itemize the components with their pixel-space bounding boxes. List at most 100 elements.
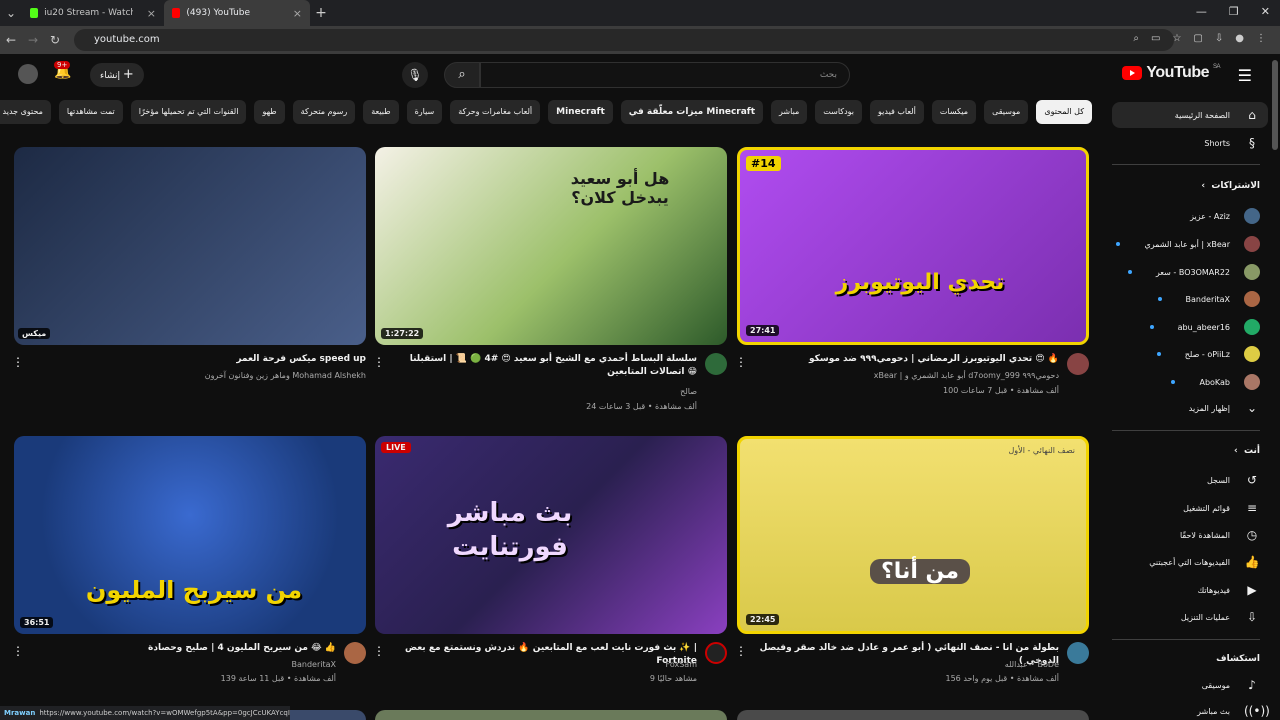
- notifications-bell-icon[interactable]: 🔔 9+: [54, 61, 71, 80]
- sidebar-item-your-videos[interactable]: فيديوهاتك ▶: [1198, 583, 1260, 597]
- more-actions-icon[interactable]: ⋮: [373, 355, 385, 369]
- bookmark-star-icon[interactable]: ☆: [1172, 33, 1181, 44]
- video-thumbnail[interactable]: #14 تحدي اليوتيوبرز 27:41: [737, 147, 1089, 345]
- close-tab-icon[interactable]: ×: [293, 7, 302, 20]
- youtube-play-icon: [1122, 66, 1143, 80]
- cast-icon[interactable]: ▭: [1151, 33, 1160, 44]
- you-header[interactable]: ‹ أنت: [1234, 446, 1260, 456]
- account-avatar[interactable]: [18, 64, 38, 84]
- sidebar-item-history[interactable]: السجل ↺: [1207, 473, 1260, 487]
- video-thumbnail[interactable]: ميكس: [14, 147, 366, 345]
- more-actions-icon[interactable]: ⋮: [735, 355, 747, 369]
- explore-header: استكشاف: [1216, 654, 1260, 664]
- browser-tab-kick[interactable]: iu20 Stream - Watch Live on Ki ×: [22, 0, 164, 26]
- video-title[interactable]: من سيربح المليون 4 | صليح وحصادة 😂 👍: [36, 642, 336, 655]
- video-thumbnail[interactable]: LIVE بث مباشر فورتنايت: [375, 436, 727, 634]
- next-row-thumbnail[interactable]: [737, 710, 1089, 720]
- create-button[interactable]: إنشاء +: [90, 63, 144, 87]
- sidebar-sub-item[interactable]: عزيز - Aziz: [1190, 208, 1260, 224]
- chip-podcasts[interactable]: بودكاست: [815, 100, 863, 124]
- close-window-icon[interactable]: ✕: [1261, 5, 1270, 18]
- new-content-dot: [1157, 297, 1162, 301]
- search-input[interactable]: بحث: [480, 62, 850, 88]
- chip-new-to-you[interactable]: محتوى جديد لك: [0, 100, 51, 124]
- chip-all[interactable]: كل المحتوى: [1036, 100, 1092, 124]
- sidebar-sub-item[interactable]: سعر - BO3OMAR22: [1127, 264, 1260, 280]
- sidebar-item-liked[interactable]: الفيديوهات التي أعجبتني 👍: [1149, 555, 1260, 569]
- notification-badge: 9+: [54, 61, 71, 69]
- sidebar-item-downloads[interactable]: عمليات التنزيل ⇩: [1181, 610, 1260, 624]
- new-tab-icon[interactable]: +: [310, 5, 332, 21]
- tab-search-icon[interactable]: ⌄: [0, 6, 22, 20]
- sidebar-item-music[interactable]: موسيقى ♪: [1202, 678, 1260, 692]
- sidebar-sub-item[interactable]: AboKab: [1171, 374, 1260, 390]
- maximize-icon[interactable]: ❐: [1229, 5, 1239, 18]
- guide-menu-icon[interactable]: ☰: [1238, 66, 1252, 85]
- sidebar-item-watch-later[interactable]: المشاهدة لاحقًا ◷: [1180, 528, 1260, 542]
- chip-animation[interactable]: رسوم متحركة: [292, 100, 356, 124]
- video-title[interactable]: تحدي اليوتيوبرز الرمضاني | دحومي٩٩٩ ضد م…: [759, 353, 1059, 366]
- sidebar-sub-item[interactable]: أبو عابد الشمري | xBear: [1116, 236, 1260, 252]
- chip-music[interactable]: موسيقى: [984, 100, 1029, 124]
- more-actions-icon[interactable]: ⋮: [12, 355, 24, 369]
- chip-nature[interactable]: طبيعة: [363, 100, 399, 124]
- chip-recently-uploaded[interactable]: القنوات التي تم تحميلها مؤخرًا: [130, 100, 247, 124]
- search-button[interactable]: ⌕: [444, 62, 480, 88]
- video-thumbnail[interactable]: من سيربح المليون 36:51: [14, 436, 366, 634]
- extensions-icon[interactable]: ▢: [1193, 33, 1202, 44]
- chip-minecraft[interactable]: Minecraft: [548, 100, 613, 124]
- channel-avatar[interactable]: [1067, 353, 1089, 375]
- reload-icon[interactable]: ↻: [44, 33, 66, 47]
- sidebar-item-home[interactable]: الصفحة الرئيسية ⌂: [1175, 108, 1260, 122]
- sidebar-sub-item[interactable]: abu_abeer16: [1149, 319, 1260, 335]
- chip-action-adventure[interactable]: ألعاب مغامرات وحركة: [450, 100, 541, 124]
- sidebar-sub-item[interactable]: BanderitaX: [1157, 291, 1260, 307]
- browser-tab-youtube[interactable]: (493) YouTube ×: [164, 0, 310, 26]
- video-channel[interactable]: عبدالله • BoDe: [759, 660, 1059, 669]
- sidebar-item-playlists[interactable]: قوائم التشغيل ≡: [1183, 501, 1260, 515]
- menu-dots-icon[interactable]: ⋮: [1256, 33, 1266, 44]
- video-thumbnail[interactable]: نصف النهائي - الأول من أنا؟ 22:45: [737, 436, 1089, 634]
- more-actions-icon[interactable]: ⋮: [373, 644, 385, 658]
- chip-cars[interactable]: سيارة: [406, 100, 443, 124]
- channel-avatar[interactable]: [705, 642, 727, 664]
- minimize-icon[interactable]: —: [1196, 5, 1207, 18]
- sidebar-item-label: صلح - oPiiLz: [1184, 349, 1230, 359]
- more-actions-icon[interactable]: ⋮: [12, 644, 24, 658]
- video-thumbnail[interactable]: هل أبو سعيد يبدخل كلان؟ 1:27:22: [375, 147, 727, 345]
- video-channel[interactable]: xBear | أبو عابد الشمري و d7oomy_999 دحو…: [759, 371, 1059, 380]
- video-title[interactable]: ميكس فرحة العمر speed up: [26, 353, 366, 366]
- youtube-logo[interactable]: YouTube SA: [1122, 64, 1221, 82]
- sidebar-item-live[interactable]: بث مباشر ((•)): [1197, 704, 1270, 718]
- url-field[interactable]: youtube.com: [74, 29, 1174, 51]
- video-channel[interactable]: FoxSam: [397, 660, 697, 669]
- channel-avatar[interactable]: [1067, 642, 1089, 664]
- profile-icon[interactable]: ●: [1235, 33, 1244, 44]
- show-more-button[interactable]: إظهار المزيد ⌄: [1189, 401, 1260, 415]
- sidebar-sub-item[interactable]: صلح - oPiiLz: [1156, 346, 1260, 362]
- zoom-icon[interactable]: ⌕: [1133, 33, 1139, 44]
- page-scrollbar[interactable]: [1272, 60, 1278, 150]
- forward-icon[interactable]: →: [22, 33, 44, 47]
- video-channel[interactable]: وماهر زين وفنانون آخرون Mohamad Alshekh: [26, 371, 366, 380]
- subscriptions-header[interactable]: ‹ الاشتراكات: [1201, 181, 1260, 191]
- voice-search-mic-icon[interactable]: 🎙: [402, 62, 428, 88]
- chip-watched[interactable]: تمت مشاهدتها: [58, 100, 123, 124]
- video-channel[interactable]: صالح: [397, 387, 697, 396]
- music-icon: ♪: [1248, 678, 1256, 692]
- next-row-thumbnail[interactable]: [375, 710, 727, 720]
- close-tab-icon[interactable]: ×: [147, 7, 156, 20]
- channel-avatar[interactable]: [344, 642, 366, 664]
- chip-live[interactable]: مباشر: [771, 100, 808, 124]
- video-title[interactable]: سلسلة البساط أحمدي مع الشيخ أبو سعيد 😍 #…: [397, 353, 697, 379]
- more-actions-icon[interactable]: ⋮: [735, 644, 747, 658]
- chip-mixes[interactable]: ميكسات: [931, 100, 977, 124]
- channel-avatar[interactable]: [705, 353, 727, 375]
- download-icon[interactable]: ⇩: [1215, 33, 1223, 44]
- chip-cooking[interactable]: طهو: [254, 100, 285, 124]
- chip-minecraft-features[interactable]: ميزات معلّقة في Minecraft: [620, 100, 764, 124]
- video-channel[interactable]: BanderitaX: [36, 660, 337, 669]
- back-icon[interactable]: ←: [0, 33, 22, 47]
- chip-video-games[interactable]: ألعاب فيديو: [870, 100, 924, 124]
- sidebar-item-shorts[interactable]: Shorts §: [1204, 136, 1260, 150]
